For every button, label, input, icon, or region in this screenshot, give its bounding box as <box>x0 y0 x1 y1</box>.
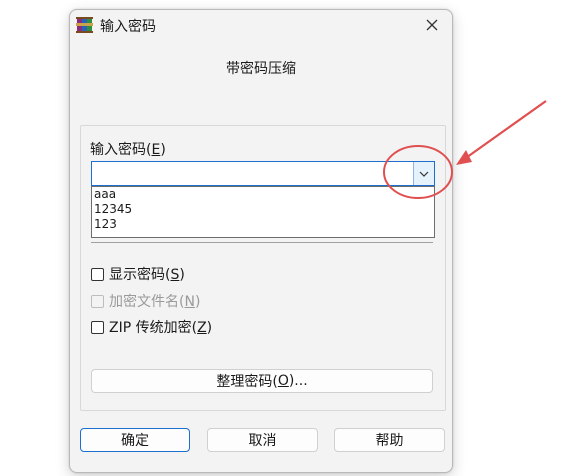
annotation-arrow-head <box>456 150 472 165</box>
annotation-overlay <box>383 100 547 199</box>
annotation-arrow-line <box>462 100 547 161</box>
screen: 输入密码 带密码压缩 输入密码(E) aaa 12345 123 显示密码(S)… <box>0 0 574 476</box>
annotation-circle <box>383 145 453 199</box>
